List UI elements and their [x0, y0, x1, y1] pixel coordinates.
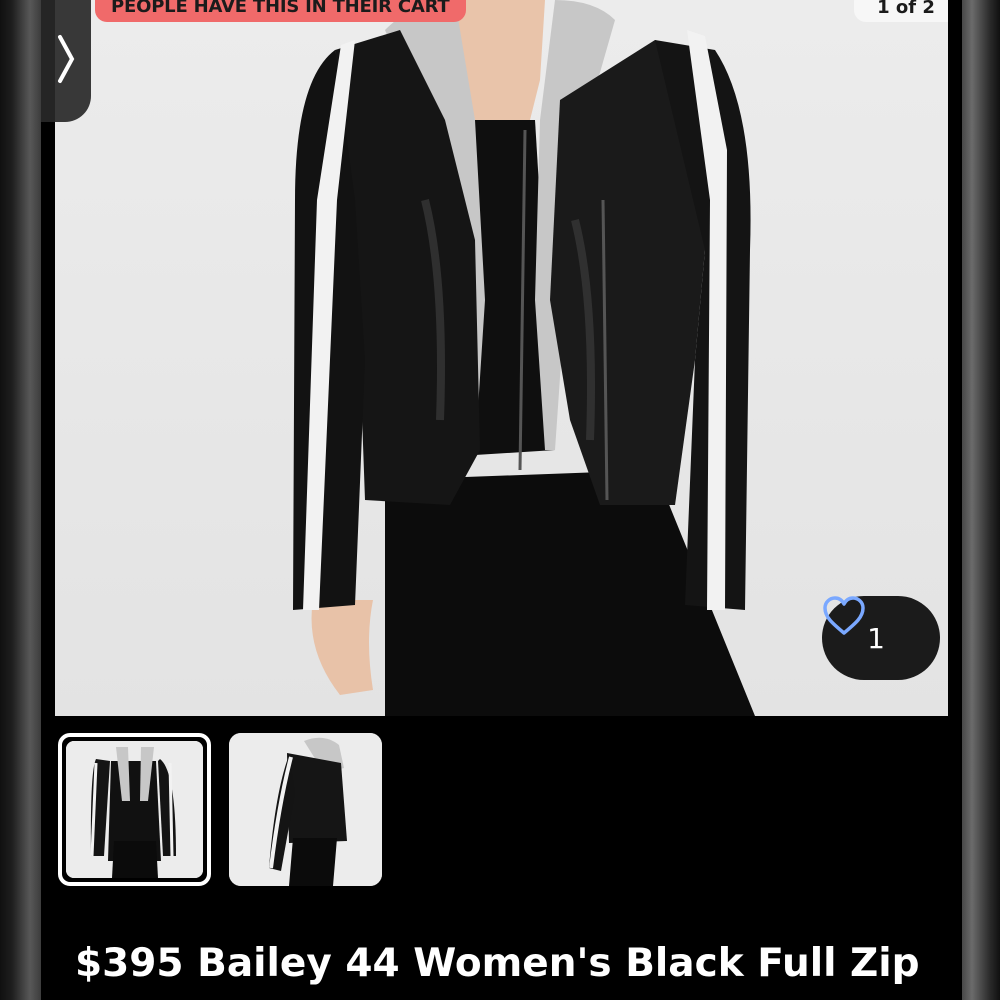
- jacket-photo: [293, 0, 755, 716]
- thumbnail-front-image: [66, 741, 203, 878]
- product-main-image[interactable]: PEOPLE HAVE THIS IN THEIR CART 1 of 2 1: [55, 0, 948, 716]
- listing-title: $395 Bailey 44 Women's Black Full Zip: [75, 941, 920, 986]
- thumbnail-side-image: [229, 733, 382, 886]
- chevron-right-icon: [54, 31, 78, 91]
- cart-interest-badge: PEOPLE HAVE THIS IN THEIR CART: [95, 0, 466, 22]
- thumbnail-side-view[interactable]: [229, 733, 382, 886]
- carousel-prev-button[interactable]: [41, 0, 91, 122]
- listing-screen: PEOPLE HAVE THIS IN THEIR CART 1 of 2 1: [41, 0, 962, 1000]
- image-page-indicator: 1 of 2: [854, 0, 948, 22]
- like-count: 1: [867, 621, 885, 655]
- thumbnail-front-view[interactable]: [58, 733, 211, 886]
- like-button[interactable]: 1: [822, 596, 940, 680]
